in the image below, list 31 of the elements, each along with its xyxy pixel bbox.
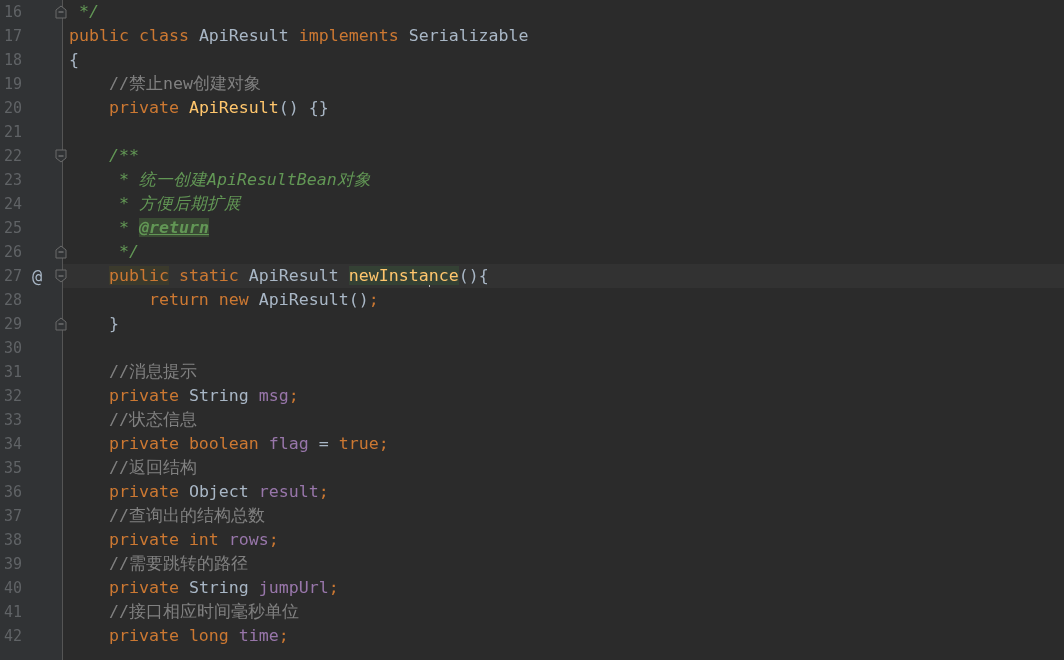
code-line: private String jumpUrl;	[107, 578, 339, 597]
code-line: */	[117, 242, 139, 261]
code-line: * @return	[117, 218, 209, 237]
code-line: private long time;	[107, 626, 289, 645]
code-line: }	[107, 314, 119, 333]
fold-end-icon[interactable]	[55, 317, 67, 331]
code-line: {	[69, 50, 79, 69]
code-line: * 方便后期扩展	[117, 194, 241, 213]
code-line: /**	[107, 146, 139, 165]
code-line: //需要跳转的路径	[107, 554, 248, 573]
code-line: //消息提示	[107, 362, 197, 381]
code-line: return new ApiResult();	[147, 290, 379, 309]
code-line: public static ApiResult newInstance(){	[107, 266, 489, 285]
code-line: * 统一创建ApiResultBean对象	[117, 170, 371, 189]
code-line: //查询出的结构总数	[107, 506, 265, 525]
fold-end-icon[interactable]	[55, 245, 67, 259]
implements-marker[interactable]: @	[31, 264, 43, 288]
code-line: private ApiResult() {}	[107, 98, 329, 117]
fold-end-icon[interactable]	[55, 5, 67, 19]
code-line: private String msg;	[107, 386, 299, 405]
code-line: */	[78, 2, 99, 21]
fold-collapse-icon[interactable]	[55, 149, 67, 163]
code-line: private int rows;	[107, 530, 279, 549]
code-line: //禁止new创建对象	[107, 74, 261, 93]
fold-collapse-icon[interactable]	[55, 269, 67, 283]
code-line: //接口相应时间毫秒单位	[107, 602, 299, 621]
code-line: //状态信息	[107, 410, 197, 429]
code-line: private Object result;	[107, 482, 329, 501]
code-line: //返回结构	[107, 458, 197, 477]
code-line: public class ApiResult implements Serializable	[69, 26, 529, 45]
code-line: private boolean flag = true;	[107, 434, 389, 453]
